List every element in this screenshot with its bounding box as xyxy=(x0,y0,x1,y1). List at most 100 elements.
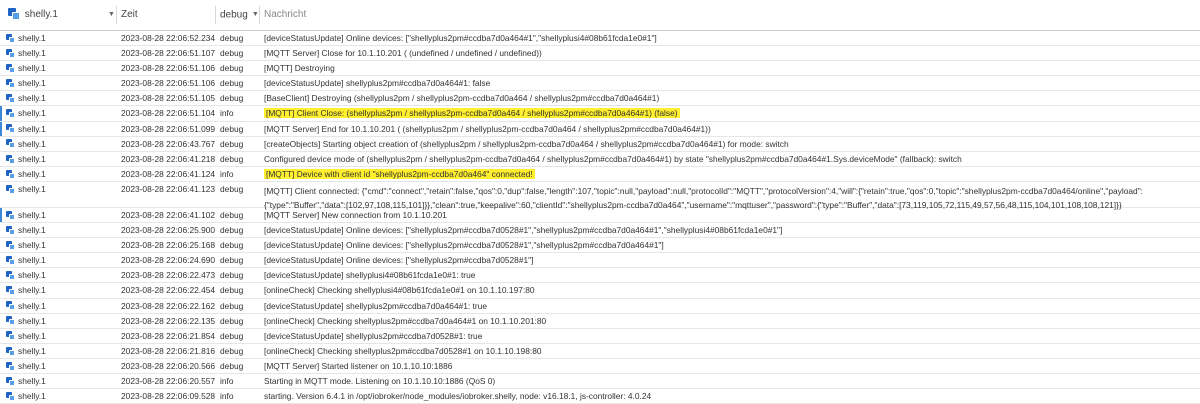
row-time: 2023-08-28 22:06:22.454 xyxy=(121,285,216,296)
table-row[interactable]: shelly.1 2023-08-28 22:06:22.162 debug [dev… xyxy=(0,299,1200,314)
table-row[interactable]: shelly.1 2023-08-28 22:06:41.102 debug [MQT… xyxy=(0,207,1200,224)
row-message: [MQTT Server] End for 10.1.10.201 ( (she… xyxy=(264,122,1192,136)
table-row[interactable]: shelly.1 2023-08-28 22:06:51.106 debug [MQT… xyxy=(0,61,1200,77)
table-row[interactable]: shelly.1 2023-08-28 22:06:21.816 debug [onl… xyxy=(0,344,1200,359)
row-source-label: shelly.1 xyxy=(18,168,46,179)
row-message-text: [MQTT Server] New connection from 10.1.1… xyxy=(264,209,447,220)
table-row[interactable]: shelly.1 2023-08-28 22:06:41.124 info [MQTT… xyxy=(0,167,1200,182)
row-time: 2023-08-28 22:06:51.107 xyxy=(121,48,216,59)
row-time: 2023-08-28 22:06:20.566 xyxy=(121,360,216,371)
adapter-icon xyxy=(6,33,16,44)
row-message: [onlineCheck] Checking shellyplus2pm#ccd… xyxy=(264,314,1192,328)
row-time: 2023-08-28 22:06:24.690 xyxy=(121,255,216,266)
adapter-icon xyxy=(6,331,16,341)
row-source: shelly.1 xyxy=(6,238,116,252)
table-row[interactable]: shelly.1 2023-08-28 22:06:51.106 debug [dev… xyxy=(0,76,1200,92)
row-message-text: [MQTT Server] End for 10.1.10.201 ( (she… xyxy=(264,123,711,134)
row-source-label: shelly.1 xyxy=(18,183,46,194)
row-message-text: [deviceStatusUpdate] Online devices: ["s… xyxy=(264,255,534,266)
row-message: starting. Version 6.4.1 in /opt/iobroker… xyxy=(264,389,1192,403)
adapter-icon xyxy=(6,225,16,236)
severity-filter[interactable]: debug ▼ xyxy=(220,0,259,30)
row-source-label: shelly.1 xyxy=(18,330,46,341)
row-source: shelly.1 xyxy=(6,167,116,181)
table-row[interactable]: shelly.1 2023-08-28 22:06:43.767 debug [cre… xyxy=(0,137,1200,152)
row-message-text: [deviceStatusUpdate] shellyplus2pm#ccdba… xyxy=(264,78,491,89)
row-source-label: shelly.1 xyxy=(18,33,46,43)
row-message: [deviceStatusUpdate] Online devices: ["s… xyxy=(264,238,1192,252)
row-message-text: Configured device mode of (shellyplus2pm… xyxy=(264,153,962,164)
row-source: shelly.1 xyxy=(6,359,116,373)
row-source: shelly.1 xyxy=(6,389,116,403)
adapter-icon xyxy=(6,124,16,134)
row-source-label: shelly.1 xyxy=(18,375,46,386)
chevron-down-icon[interactable]: ▼ xyxy=(252,0,259,30)
row-message-text: [onlineCheck] Checking shellyplusi4#08b6… xyxy=(264,285,535,296)
table-row[interactable]: shelly.1 2023-08-28 22:06:22.135 debug [onl… xyxy=(0,314,1200,329)
log-table-body: shelly.1 2023-08-28 22:06:52.234 debug [dev… xyxy=(0,31,1200,404)
source-filter[interactable]: shelly.1 xyxy=(8,0,116,30)
table-row[interactable]: shelly.1 2023-08-28 22:06:21.854 debug [dev… xyxy=(0,329,1200,344)
row-time: 2023-08-28 22:06:52.234 xyxy=(121,33,216,43)
row-severity: debug xyxy=(220,270,244,281)
row-source-label: shelly.1 xyxy=(18,138,46,149)
row-severity: debug xyxy=(220,78,244,89)
row-source: shelly.1 xyxy=(6,268,116,282)
row-time: 2023-08-28 22:06:43.767 xyxy=(121,138,216,149)
table-row[interactable]: shelly.1 2023-08-28 22:06:20.566 debug [MQT… xyxy=(0,359,1200,374)
row-severity: debug xyxy=(220,93,244,104)
row-message: [deviceStatusUpdate] Online devices: ["s… xyxy=(264,31,1192,45)
adapter-icon xyxy=(6,240,16,251)
column-header-message[interactable]: Nachricht xyxy=(264,0,306,30)
table-row[interactable]: shelly.1 2023-08-28 22:06:41.123 debug [MQT… xyxy=(0,182,1200,210)
chevron-down-icon[interactable]: ▼ xyxy=(108,0,115,30)
row-message: [MQTT] Client Close: (shellyplus2pm / sh… xyxy=(264,106,1192,120)
column-header-time[interactable]: Zeit xyxy=(121,0,138,30)
row-source-label: shelly.1 xyxy=(18,240,46,251)
row-time: 2023-08-28 22:06:51.106 xyxy=(121,78,216,89)
table-row[interactable]: shelly.1 2023-08-28 22:06:20.557 info Start… xyxy=(0,374,1200,390)
table-row[interactable]: shelly.1 2023-08-28 22:06:25.900 debug [dev… xyxy=(0,223,1200,239)
adapter-icon xyxy=(6,286,16,296)
adapter-icon xyxy=(6,63,16,74)
row-source: shelly.1 xyxy=(6,344,116,358)
table-row[interactable]: shelly.1 2023-08-28 22:06:51.099 debug [MQT… xyxy=(0,121,1200,137)
table-row[interactable]: shelly.1 2023-08-28 22:06:51.104 info [MQTT… xyxy=(0,106,1200,122)
source-filter-value: shelly.1 xyxy=(24,9,58,20)
row-time: 2023-08-28 22:06:41.102 xyxy=(121,209,216,220)
row-source-label: shelly.1 xyxy=(18,78,46,89)
table-row[interactable]: shelly.1 2023-08-28 22:06:22.454 debug [onl… xyxy=(0,283,1200,299)
row-marker xyxy=(0,106,2,121)
table-row[interactable]: shelly.1 2023-08-28 22:06:25.168 debug [dev… xyxy=(0,238,1200,254)
row-source-label: shelly.1 xyxy=(18,48,46,59)
row-time: 2023-08-28 22:06:22.162 xyxy=(121,300,216,311)
adapter-icon xyxy=(6,301,16,311)
row-time: 2023-08-28 22:06:51.104 xyxy=(121,108,216,119)
table-row[interactable]: shelly.1 2023-08-28 22:06:22.473 debug [dev… xyxy=(0,268,1200,284)
adapter-icon xyxy=(8,8,20,21)
table-row[interactable]: shelly.1 2023-08-28 22:06:51.107 debug [MQT… xyxy=(0,46,1200,62)
row-severity: debug xyxy=(220,345,244,356)
row-message: [onlineCheck] Checking shellyplus2pm#ccd… xyxy=(264,344,1192,358)
row-source: shelly.1 xyxy=(6,208,116,222)
row-time: 2023-08-28 22:06:51.105 xyxy=(121,93,216,104)
row-marker xyxy=(0,207,2,223)
row-message: [deviceStatusUpdate] shellyplusi4#08b61f… xyxy=(264,268,1192,282)
row-message-text: Starting in MQTT mode. Listening on 10.1… xyxy=(264,375,496,386)
adapter-icon xyxy=(6,109,16,119)
row-message-text: [MQTT] Client Close: (shellyplus2pm / sh… xyxy=(264,108,680,119)
row-message: Configured device mode of (shellyplus2pm… xyxy=(264,152,1192,166)
table-row[interactable]: shelly.1 2023-08-28 22:06:24.690 debug [dev… xyxy=(0,253,1200,269)
row-source-label: shelly.1 xyxy=(18,123,46,134)
row-time: 2023-08-28 22:06:21.816 xyxy=(121,345,216,356)
row-source: shelly.1 xyxy=(6,223,116,237)
table-row[interactable]: shelly.1 2023-08-28 22:06:52.234 debug [dev… xyxy=(0,31,1200,47)
row-source: shelly.1 xyxy=(6,137,116,151)
table-row[interactable]: shelly.1 2023-08-28 22:06:51.105 debug [Bas… xyxy=(0,91,1200,107)
table-row[interactable]: shelly.1 2023-08-28 22:06:09.528 info start… xyxy=(0,389,1200,404)
row-source: shelly.1 xyxy=(6,76,116,90)
row-message-text: [MQTT Server] Started listener on 10.1.1… xyxy=(264,360,453,371)
row-time: 2023-08-28 22:06:22.473 xyxy=(121,270,216,281)
table-row[interactable]: shelly.1 2023-08-28 22:06:41.218 debug Conf… xyxy=(0,152,1200,167)
row-source: shelly.1 xyxy=(6,253,116,267)
